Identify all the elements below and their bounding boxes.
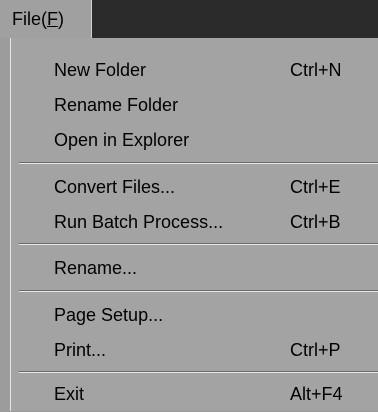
menu-item-open-in-explorer[interactable]: Open in Explorer: [11, 122, 378, 158]
menu-item-convert-files[interactable]: Convert Files... Ctrl+E: [11, 169, 378, 205]
menu-item-label: Page Setup...: [54, 304, 164, 325]
menu-separator: [19, 371, 378, 373]
file-menu-accelerator: F: [47, 8, 58, 29]
menu-item-exit[interactable]: Exit Alt+F4: [11, 376, 378, 412]
menu-item-label: Rename...: [54, 257, 138, 278]
menu-item-label: Run Batch Process...: [54, 211, 224, 232]
menu-item-new-folder[interactable]: New Folder Ctrl+N: [11, 52, 378, 88]
menu-item-rename[interactable]: Rename...: [11, 250, 378, 286]
menu-item-label: Convert Files...: [54, 176, 176, 197]
menu-item-rename-folder[interactable]: Rename Folder: [11, 87, 378, 123]
menu-item-label: Rename Folder: [54, 94, 179, 115]
menu-item-shortcut: Ctrl+N: [290, 59, 342, 80]
menu-separator: [19, 162, 378, 164]
menu-separator: [19, 290, 378, 292]
menu-item-shortcut: Ctrl+B: [290, 211, 341, 232]
file-dropdown-menu: New Folder Ctrl+N Rename Folder Open in …: [10, 38, 378, 411]
menu-item-page-setup[interactable]: Page Setup...: [11, 297, 378, 333]
menu-item-shortcut: Ctrl+E: [290, 176, 341, 197]
menu-item-label: Exit: [54, 383, 85, 404]
file-menu[interactable]: File(F): [0, 0, 92, 38]
menu-item-shortcut: Alt+F4: [290, 383, 343, 404]
menu-item-label: New Folder: [54, 59, 147, 80]
menu-item-label: Print...: [54, 339, 107, 360]
menu-item-label: Open in Explorer: [54, 129, 190, 150]
menu-bar: File(F): [0, 0, 378, 38]
menu-separator: [19, 243, 378, 245]
file-menu-label: File(: [12, 8, 47, 29]
menu-item-run-batch-process[interactable]: Run Batch Process... Ctrl+B: [11, 204, 378, 240]
menu-item-print[interactable]: Print... Ctrl+P: [11, 332, 378, 368]
file-menu-label-close: ): [58, 8, 64, 29]
menu-item-shortcut: Ctrl+P: [290, 339, 341, 360]
